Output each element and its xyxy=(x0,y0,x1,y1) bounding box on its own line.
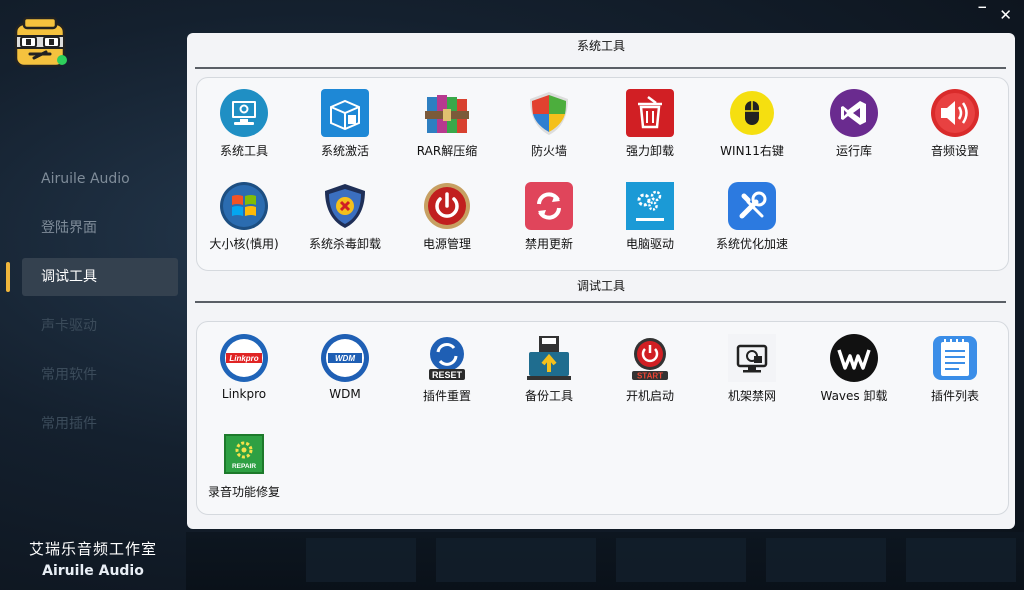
tool-runtime-library[interactable]: 运行库 xyxy=(804,89,904,159)
winrar-icon xyxy=(423,89,471,137)
antivirus-shield-icon xyxy=(321,182,369,230)
system-tools-icon xyxy=(220,89,268,137)
tool-label: Waves 卸载 xyxy=(820,389,888,403)
start-power-icon: START xyxy=(626,334,674,382)
sidebar-item-sound-card-driver[interactable]: 声卡驱动 xyxy=(22,307,178,345)
windows-activation-icon xyxy=(321,89,369,137)
repair-icon: REPAIR xyxy=(220,430,268,478)
wdm-icon: WDM xyxy=(321,334,369,382)
sidebar-item-common-software[interactable]: 常用软件 xyxy=(22,356,178,394)
tool-label: 系统工具 xyxy=(219,144,268,158)
driver-gears-icon xyxy=(626,182,674,230)
close-button[interactable]: ✕ xyxy=(999,6,1012,24)
optimize-tools-icon xyxy=(728,182,776,230)
tool-label: WIN11右键 xyxy=(720,144,784,158)
tool-label: 开机启动 xyxy=(625,389,674,403)
tool-system-activation[interactable]: 系统激活 xyxy=(295,89,395,159)
tool-backup[interactable]: 备份工具 xyxy=(499,334,599,404)
tool-label: WDM xyxy=(329,387,361,401)
tool-system-tools[interactable]: 系统工具 xyxy=(194,89,294,159)
backup-icon xyxy=(525,334,573,382)
sidebar-item-airuile-audio[interactable]: Airuile Audio xyxy=(22,160,178,198)
repair-icon-text: REPAIR xyxy=(232,463,256,470)
tool-label: 电脑驱动 xyxy=(625,237,674,251)
minimize-button[interactable]: ‾ xyxy=(979,4,987,22)
tool-label: 音频设置 xyxy=(930,144,979,158)
firewall-shield-icon xyxy=(525,89,573,137)
tool-win11-right-click[interactable]: WIN11右键 xyxy=(702,89,802,159)
windows-orb-icon xyxy=(220,182,268,230)
visual-studio-icon xyxy=(830,89,878,137)
tool-waves-uninstall[interactable]: Waves 卸载 xyxy=(804,334,904,404)
section-title-debug-tools: 调试工具 xyxy=(576,279,625,293)
tools-panel: 系统工具 系统工具 系统激活 RAR解压缩 防火墙 强力卸载 WIN11右键 运… xyxy=(187,33,1015,529)
tool-label: 系统激活 xyxy=(320,144,369,158)
update-refresh-icon xyxy=(525,182,573,230)
reset-icon: RESET xyxy=(423,334,471,382)
tool-label: 插件重置 xyxy=(422,389,471,403)
waves-icon xyxy=(830,334,878,382)
brand-name-en: Airuile Audio xyxy=(42,563,144,579)
section-title-system-tools: 系统工具 xyxy=(576,39,625,53)
tool-big-little-core[interactable]: 大小核(慎用) xyxy=(194,182,294,252)
tool-label: 防火墙 xyxy=(530,144,567,158)
tool-plugin-list[interactable]: 插件列表 xyxy=(905,334,1005,404)
tool-disable-updates[interactable]: 禁用更新 xyxy=(499,182,599,252)
tool-label: 系统优化加速 xyxy=(715,237,788,251)
tool-linkpro[interactable]: Linkpro Linkpro xyxy=(194,334,294,401)
tool-rack-block-network[interactable]: 机架禁网 xyxy=(702,334,802,404)
tool-startup[interactable]: START 开机启动 xyxy=(600,334,700,404)
debug-tools-box: Linkpro Linkpro WDM WDM RESET 插件重置 备份工具 … xyxy=(196,321,1009,515)
tool-recording-repair[interactable]: REPAIR 录音功能修复 xyxy=(194,430,294,500)
network-lock-icon xyxy=(728,334,776,382)
section-divider xyxy=(195,301,1006,303)
tool-label: RAR解压缩 xyxy=(416,144,478,158)
system-tools-box: 系统工具 系统激活 RAR解压缩 防火墙 强力卸载 WIN11右键 运行库 音频… xyxy=(196,77,1009,271)
tool-wdm[interactable]: WDM WDM xyxy=(295,334,395,401)
tool-antivirus-uninstall[interactable]: 系统杀毒卸载 xyxy=(295,182,395,252)
notepad-list-icon xyxy=(931,334,979,382)
tool-label: 强力卸载 xyxy=(625,144,674,158)
section-divider xyxy=(195,67,1006,69)
tool-label: 备份工具 xyxy=(524,389,573,403)
brand-footer: 艾瑞乐音频工作室 Airuile Audio xyxy=(0,532,186,579)
brand-name-cn: 艾瑞乐音频工作室 xyxy=(28,540,157,558)
tool-label: 大小核(慎用) xyxy=(209,237,279,251)
tool-rar[interactable]: RAR解压缩 xyxy=(397,89,497,159)
sidebar-item-debug-tools[interactable]: 调试工具 xyxy=(22,258,178,296)
tool-label: 运行库 xyxy=(835,144,872,158)
tool-label: 插件列表 xyxy=(930,389,979,403)
tool-label: 系统杀毒卸载 xyxy=(308,237,381,251)
linkpro-icon-text: Linkpro xyxy=(229,354,258,363)
tool-audio-settings[interactable]: 音频设置 xyxy=(905,89,1005,159)
wdm-icon-text: WDM xyxy=(335,354,355,363)
reset-icon-text: RESET xyxy=(432,370,463,380)
bottom-background xyxy=(186,532,1024,590)
uninstall-trash-icon xyxy=(626,89,674,137)
tool-label: 录音功能修复 xyxy=(207,485,280,499)
linkpro-icon: Linkpro xyxy=(220,334,268,382)
start-icon-text: START xyxy=(637,372,663,381)
tool-force-uninstall[interactable]: 强力卸载 xyxy=(600,89,700,159)
app-logo-icon xyxy=(12,16,68,68)
power-icon xyxy=(423,182,471,230)
tool-system-optimize[interactable]: 系统优化加速 xyxy=(702,182,802,252)
tool-plugin-reset[interactable]: RESET 插件重置 xyxy=(397,334,497,404)
tool-power-management[interactable]: 电源管理 xyxy=(397,182,497,252)
sidebar-item-common-plugins[interactable]: 常用插件 xyxy=(22,405,178,443)
tool-pc-drivers[interactable]: 电脑驱动 xyxy=(600,182,700,252)
tool-label: Linkpro xyxy=(221,387,267,401)
tool-label: 电源管理 xyxy=(422,237,471,251)
active-nav-indicator xyxy=(6,262,10,292)
tool-firewall[interactable]: 防火墙 xyxy=(499,89,599,159)
speaker-icon xyxy=(931,89,979,137)
mouse-icon xyxy=(728,89,776,137)
tool-label: 禁用更新 xyxy=(524,237,573,251)
tool-label: 机架禁网 xyxy=(727,389,776,403)
sidebar-item-login[interactable]: 登陆界面 xyxy=(22,209,178,247)
